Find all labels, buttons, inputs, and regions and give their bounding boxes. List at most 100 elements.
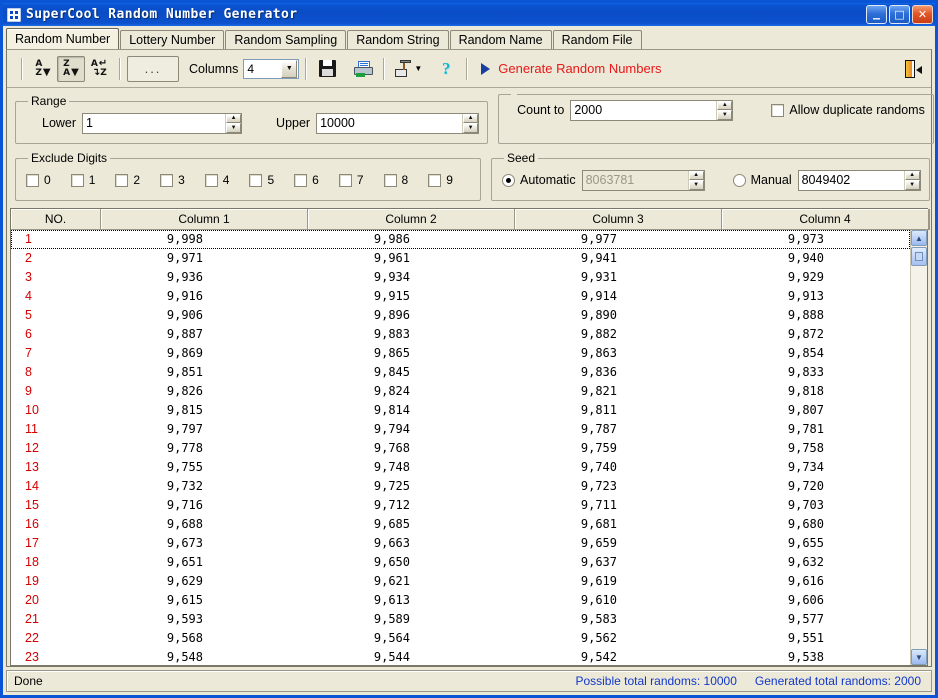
grid-header-column-2[interactable]: Column 2 bbox=[308, 209, 515, 230]
chevron-down-icon[interactable]: ▼ bbox=[281, 59, 298, 78]
cell-column-4[interactable]: 9,680 bbox=[722, 515, 910, 534]
exclude-digit-6[interactable]: 6 bbox=[294, 173, 319, 187]
cell-column-3[interactable]: 9,723 bbox=[515, 477, 722, 496]
cell-column-1[interactable]: 9,936 bbox=[101, 268, 308, 287]
cell-column-1[interactable]: 9,593 bbox=[101, 610, 308, 629]
cell-column-1[interactable]: 9,568 bbox=[101, 629, 308, 648]
checkbox-icon[interactable] bbox=[771, 103, 785, 117]
shuffle-button[interactable]: A ↵ ↴ Z bbox=[85, 56, 113, 82]
stepper-up-icon[interactable]: ▲ bbox=[226, 113, 242, 123]
stepper-down-icon[interactable]: ▼ bbox=[226, 123, 242, 133]
exclude-digit-1[interactable]: 1 bbox=[70, 173, 95, 187]
cell-column-3[interactable]: 9,863 bbox=[515, 344, 722, 363]
cell-column-3[interactable]: 9,977 bbox=[515, 230, 722, 249]
cell-column-4[interactable]: 9,940 bbox=[722, 249, 910, 268]
scroll-up-button[interactable]: ▲ bbox=[911, 230, 927, 246]
cell-column-3[interactable]: 9,711 bbox=[515, 496, 722, 515]
scroll-track[interactable] bbox=[911, 266, 927, 649]
upper-input[interactable]: 10000 ▲ ▼ bbox=[316, 112, 480, 134]
cell-column-1[interactable]: 9,916 bbox=[101, 287, 308, 306]
cell-column-4[interactable]: 9,758 bbox=[722, 439, 910, 458]
vertical-scrollbar[interactable]: ▲ ▼ bbox=[910, 230, 927, 665]
cell-column-4[interactable]: 9,606 bbox=[722, 591, 910, 610]
cell-column-4[interactable]: 9,616 bbox=[722, 572, 910, 591]
grid-header-column-1[interactable]: Column 1 bbox=[101, 209, 308, 230]
cell-column-4[interactable]: 9,929 bbox=[722, 268, 910, 287]
cell-column-2[interactable]: 9,589 bbox=[308, 610, 515, 629]
cell-column-1[interactable]: 9,887 bbox=[101, 325, 308, 344]
table-row[interactable]: 12 9,778 9,768 9,759 9,758 bbox=[11, 439, 910, 458]
cell-column-3[interactable]: 9,882 bbox=[515, 325, 722, 344]
cell-column-2[interactable]: 9,915 bbox=[308, 287, 515, 306]
cell-column-4[interactable]: 9,807 bbox=[722, 401, 910, 420]
lower-stepper[interactable]: ▲ ▼ bbox=[225, 113, 242, 133]
checkbox-icon[interactable] bbox=[338, 173, 352, 187]
checkbox-icon[interactable] bbox=[26, 173, 39, 187]
cell-column-1[interactable]: 9,797 bbox=[101, 420, 308, 439]
checkbox-icon[interactable] bbox=[204, 173, 218, 187]
cell-column-4[interactable]: 9,734 bbox=[722, 458, 910, 477]
more-options-button[interactable]: ... bbox=[127, 55, 179, 82]
count-to-input[interactable]: 2000 ▲ ▼ bbox=[570, 99, 734, 121]
cell-column-1[interactable]: 9,778 bbox=[101, 439, 308, 458]
cell-column-4[interactable]: 9,818 bbox=[722, 382, 910, 401]
cell-column-2[interactable]: 9,685 bbox=[308, 515, 515, 534]
cell-column-1[interactable]: 9,998 bbox=[101, 230, 308, 249]
table-row[interactable]: 13 9,755 9,748 9,740 9,734 bbox=[11, 458, 910, 477]
stepper-down-icon[interactable]: ▼ bbox=[904, 180, 920, 190]
stepper-up-icon[interactable]: ▲ bbox=[463, 113, 479, 123]
stepper-down-icon[interactable]: ▼ bbox=[463, 123, 479, 133]
cell-column-3[interactable]: 9,562 bbox=[515, 629, 722, 648]
checkbox-icon[interactable] bbox=[249, 173, 263, 187]
cell-column-4[interactable]: 9,872 bbox=[722, 325, 910, 344]
checkbox-icon[interactable] bbox=[428, 173, 442, 187]
columns-select[interactable]: 4 ▼ bbox=[243, 58, 300, 79]
grid-header-no[interactable]: NO. bbox=[11, 209, 101, 230]
cell-column-3[interactable]: 9,759 bbox=[515, 439, 722, 458]
cell-column-2[interactable]: 9,663 bbox=[308, 534, 515, 553]
upper-stepper[interactable]: ▲ ▼ bbox=[462, 113, 479, 133]
table-row[interactable]: 21 9,593 9,589 9,583 9,577 bbox=[11, 610, 910, 629]
cell-column-3[interactable]: 9,740 bbox=[515, 458, 722, 477]
grid-header-column-3[interactable]: Column 3 bbox=[515, 209, 722, 230]
count-to-stepper[interactable]: ▲ ▼ bbox=[716, 100, 733, 120]
cell-column-3[interactable]: 9,931 bbox=[515, 268, 722, 287]
cell-column-2[interactable]: 9,845 bbox=[308, 363, 515, 382]
cell-column-1[interactable]: 9,548 bbox=[101, 648, 308, 665]
cell-column-3[interactable]: 9,890 bbox=[515, 306, 722, 325]
tab-lottery-number[interactable]: Lottery Number bbox=[120, 30, 225, 49]
exclude-digit-9[interactable]: 9 bbox=[428, 173, 453, 187]
chevron-down-icon[interactable]: ▼ bbox=[414, 64, 422, 73]
save-button[interactable] bbox=[313, 56, 341, 82]
cell-column-2[interactable]: 9,621 bbox=[308, 572, 515, 591]
stepper-up-icon[interactable]: ▲ bbox=[904, 170, 920, 180]
cell-column-4[interactable]: 9,781 bbox=[722, 420, 910, 439]
cell-column-3[interactable]: 9,836 bbox=[515, 363, 722, 382]
table-row[interactable]: 15 9,716 9,712 9,711 9,703 bbox=[11, 496, 910, 515]
exclude-digit-2[interactable]: 2 bbox=[115, 173, 140, 187]
minimize-button[interactable]: _ bbox=[866, 5, 887, 24]
cell-column-3[interactable]: 9,637 bbox=[515, 553, 722, 572]
cell-column-3[interactable]: 9,681 bbox=[515, 515, 722, 534]
cell-column-1[interactable]: 9,755 bbox=[101, 458, 308, 477]
seed-manual-stepper[interactable]: ▲ ▼ bbox=[903, 170, 920, 190]
table-row[interactable]: 17 9,673 9,663 9,659 9,655 bbox=[11, 534, 910, 553]
cell-column-1[interactable]: 9,651 bbox=[101, 553, 308, 572]
cell-column-1[interactable]: 9,815 bbox=[101, 401, 308, 420]
table-row[interactable]: 9 9,826 9,824 9,821 9,818 bbox=[11, 382, 910, 401]
cell-column-1[interactable]: 9,906 bbox=[101, 306, 308, 325]
table-row[interactable]: 2 9,971 9,961 9,941 9,940 bbox=[11, 249, 910, 268]
cell-column-4[interactable]: 9,551 bbox=[722, 629, 910, 648]
table-row[interactable]: 20 9,615 9,613 9,610 9,606 bbox=[11, 591, 910, 610]
cell-column-1[interactable]: 9,629 bbox=[101, 572, 308, 591]
cell-column-1[interactable]: 9,732 bbox=[101, 477, 308, 496]
cell-column-2[interactable]: 9,712 bbox=[308, 496, 515, 515]
tab-random-sampling[interactable]: Random Sampling bbox=[225, 30, 347, 49]
cell-column-2[interactable]: 9,883 bbox=[308, 325, 515, 344]
cell-column-4[interactable]: 9,577 bbox=[722, 610, 910, 629]
cell-column-2[interactable]: 9,564 bbox=[308, 629, 515, 648]
cell-column-2[interactable]: 9,986 bbox=[308, 230, 515, 249]
tools-button[interactable]: ▼ bbox=[391, 56, 426, 82]
scroll-thumb[interactable] bbox=[911, 247, 927, 266]
print-button[interactable] bbox=[349, 56, 377, 82]
